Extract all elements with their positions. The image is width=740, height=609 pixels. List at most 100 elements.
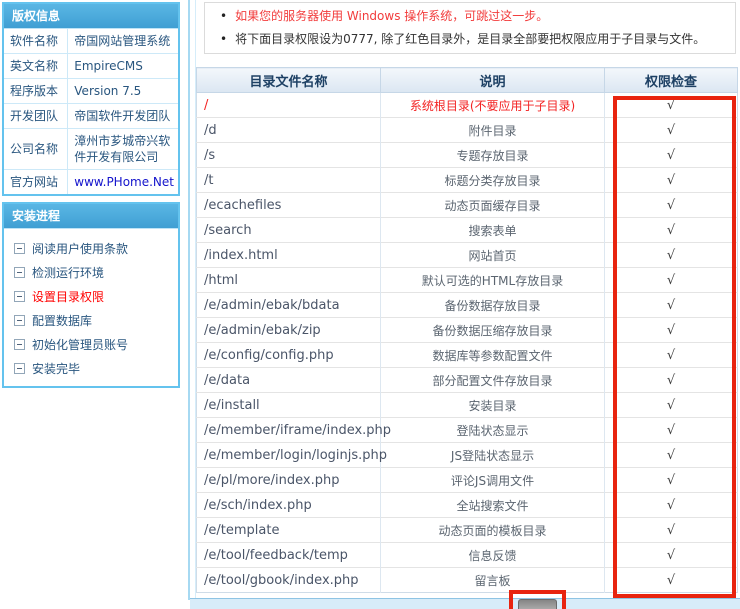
collapse-minus-icon [14, 363, 25, 374]
directory-description: 动态页面的模板目录 [381, 518, 605, 543]
copyright-row-label: 公司名称 [4, 129, 68, 170]
copyright-row: 英文名称 EmpireCMS [4, 54, 178, 79]
notice-text: 如果您的服务器使用 Windows 操作系统，可跳过这一步。 [235, 9, 548, 23]
directory-description: 登陆状态显示 [381, 418, 605, 443]
install-step-item: 初始化管理员账号 [4, 332, 178, 356]
install-step-item: 检测运行环境 [4, 260, 178, 284]
directory-description: 部分配置文件存放目录 [381, 368, 605, 393]
directory-description: 默认可选的HTML存放目录 [381, 268, 605, 293]
notice-line: • 如果您的服务器使用 Windows 操作系统，可跳过这一步。 [205, 5, 735, 28]
install-step-label: 设置目录权限 [32, 288, 104, 305]
install-step-label: 检测运行环境 [32, 264, 104, 281]
install-progress-panel: 安装进程 阅读用户使用条款 检测运行环境 设置目录权限 配置数据库 初始化管理员… [2, 202, 180, 388]
directory-path: /e/config/config.php [197, 343, 381, 368]
install-step-item: 阅读用户使用条款 [4, 236, 178, 260]
directory-description: 附件目录 [381, 118, 605, 143]
column-header-description: 说明 [381, 68, 605, 93]
notice-text: 将下面目录权限设为0777, 除了红色目录外，是目录全部要把权限应用于子目录与文… [235, 32, 705, 46]
copyright-row-label: 开发团队 [4, 104, 68, 129]
next-step-button[interactable] [518, 599, 557, 609]
directory-description: 网站首页 [381, 243, 605, 268]
directory-description: 标题分类存放目录 [381, 168, 605, 193]
directory-description: 留言板 [381, 568, 605, 593]
directory-description: 系统根目录(不要应用于子目录) [381, 93, 605, 118]
directory-path: /e/data [197, 368, 381, 393]
official-site-link[interactable]: www.PHome.Net [68, 170, 178, 195]
column-header-permission-check: 权限检查 [605, 68, 738, 93]
directory-path: /t [197, 168, 381, 193]
directory-path: /ecachefiles [197, 193, 381, 218]
directory-description: JS登陆状态显示 [381, 443, 605, 468]
column-header-path: 目录文件名称 [197, 68, 381, 93]
copyright-row: 公司名称 漳州市芗城帝兴软件开发有限公司 [4, 129, 178, 170]
install-step-label: 阅读用户使用条款 [32, 240, 128, 257]
collapse-minus-icon [14, 267, 25, 278]
directory-path: /e/sch/index.php [197, 493, 381, 518]
directory-description: 备份数据压缩存放目录 [381, 318, 605, 343]
install-step-label: 初始化管理员账号 [32, 336, 128, 353]
bullet-icon: • [220, 9, 227, 23]
directory-path: /e/admin/ebak/zip [197, 318, 381, 343]
directory-path: /e/install [197, 393, 381, 418]
collapse-minus-icon [14, 339, 25, 350]
copyright-row: 软件名称 帝国网站管理系统 [4, 29, 178, 54]
copyright-row-value: Version 7.5 [68, 79, 178, 104]
bullet-icon: • [220, 32, 227, 46]
directory-description: 动态页面缓存目录 [381, 193, 605, 218]
directory-path: /e/pl/more/index.php [197, 468, 381, 493]
copyright-panel: 版权信息 软件名称 帝国网站管理系统 英文名称 EmpireCMS 程序版本 V… [2, 2, 180, 196]
directory-path: /index.html [197, 243, 381, 268]
directory-path: /search [197, 218, 381, 243]
install-step-label: 安装完毕 [32, 360, 80, 377]
directory-path: / [197, 93, 381, 118]
install-step-item: 安装完毕 [4, 356, 178, 380]
directory-path: /e/template [197, 518, 381, 543]
directory-description: 数据库等参数配置文件 [381, 343, 605, 368]
directory-description: 安装目录 [381, 393, 605, 418]
directory-path: /e/tool/feedback/temp [197, 543, 381, 568]
directory-path: /e/member/login/loginjs.php [197, 443, 381, 468]
notice-line: • 将下面目录权限设为0777, 除了红色目录外，是目录全部要把权限应用于子目录与… [205, 28, 735, 51]
directory-path: /html [197, 268, 381, 293]
copyright-row-value: 漳州市芗城帝兴软件开发有限公司 [68, 129, 178, 170]
directory-path: /e/admin/ebak/bdata [197, 293, 381, 318]
install-progress-list: 阅读用户使用条款 检测运行环境 设置目录权限 配置数据库 初始化管理员账号 安装… [4, 229, 178, 386]
copyright-table-body: 软件名称 帝国网站管理系统 英文名称 EmpireCMS 程序版本 Versio… [4, 29, 178, 194]
directory-description: 信息反馈 [381, 543, 605, 568]
copyright-row: 程序版本 Version 7.5 [4, 79, 178, 104]
copyright-row-label: 英文名称 [4, 54, 68, 79]
install-step-label: 配置数据库 [32, 312, 92, 329]
copyright-row-value: 帝国软件开发团队 [68, 104, 178, 129]
install-step-item: 配置数据库 [4, 308, 178, 332]
copyright-row-value: EmpireCMS [68, 54, 178, 79]
next-button-highlight-rect [509, 590, 566, 609]
copyright-panel-title: 版权信息 [4, 4, 178, 29]
directory-path: /e/member/iframe/index.php [197, 418, 381, 443]
copyright-row-label: 软件名称 [4, 29, 68, 54]
directory-path: /e/tool/gbook/index.php [197, 568, 381, 593]
copyright-row-label: 官方网站 [4, 170, 68, 195]
directory-description: 评论JS调用文件 [381, 468, 605, 493]
copyright-row: 开发团队 帝国软件开发团队 [4, 104, 178, 129]
copyright-table: 软件名称 帝国网站管理系统 英文名称 EmpireCMS 程序版本 Versio… [4, 29, 178, 194]
directory-description: 备份数据存放目录 [381, 293, 605, 318]
installer-page: 版权信息 软件名称 帝国网站管理系统 英文名称 EmpireCMS 程序版本 V… [0, 0, 740, 609]
directory-path: /s [197, 143, 381, 168]
copyright-row-value: 帝国网站管理系统 [68, 29, 178, 54]
copyright-row: 官方网站 www.PHome.Net [4, 170, 178, 195]
collapse-minus-icon [14, 243, 25, 254]
permission-check-highlight-rect [613, 96, 736, 598]
directory-description: 专题存放目录 [381, 143, 605, 168]
install-step-item: 设置目录权限 [4, 284, 178, 308]
directory-description: 搜索表单 [381, 218, 605, 243]
copyright-row-label: 程序版本 [4, 79, 68, 104]
directory-description: 全站搜索文件 [381, 493, 605, 518]
footer-band [190, 598, 740, 609]
collapse-minus-icon [14, 315, 25, 326]
permissions-table-header-row: 目录文件名称 说明 权限检查 [197, 68, 738, 93]
install-progress-title: 安装进程 [4, 204, 178, 229]
sidebar-main-divider [188, 0, 190, 600]
collapse-minus-icon [14, 291, 25, 302]
directory-path: /d [197, 118, 381, 143]
notice-box: • 如果您的服务器使用 Windows 操作系统，可跳过这一步。 • 将下面目录权限… [204, 2, 736, 54]
